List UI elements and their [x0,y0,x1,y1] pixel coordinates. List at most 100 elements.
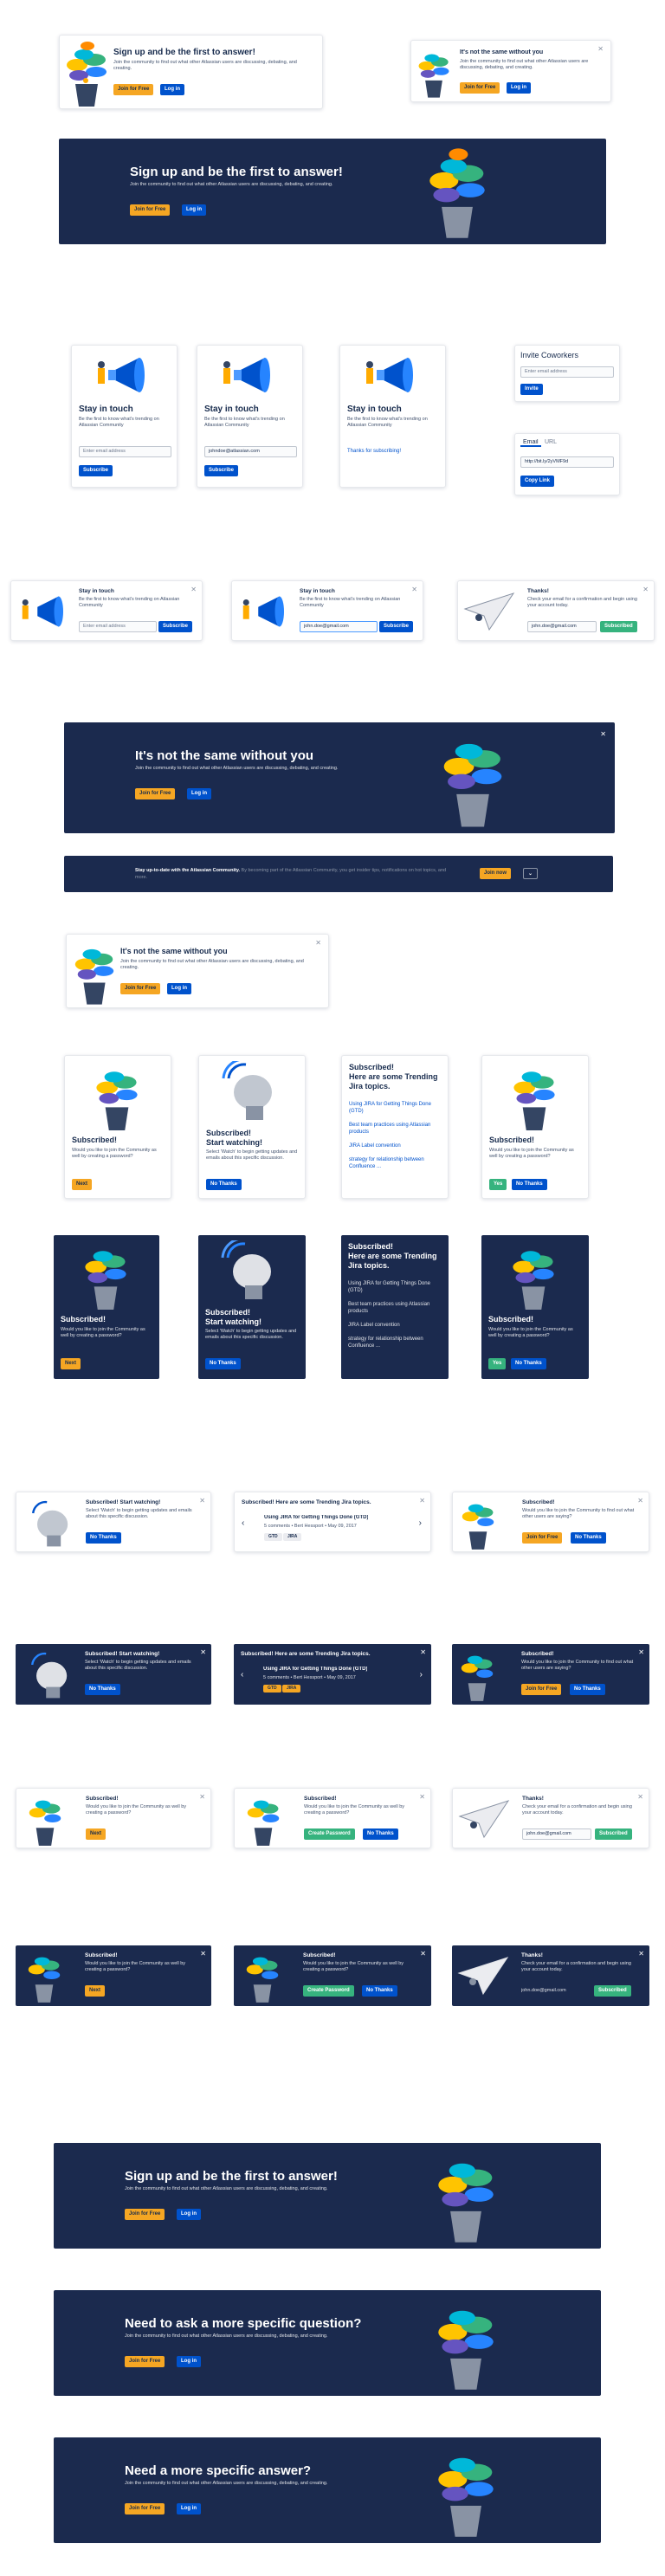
close-icon[interactable]: ✕ [200,1649,206,1656]
close-icon[interactable]: ✕ [597,46,604,53]
login-button[interactable]: Log in [507,82,531,94]
tab-url[interactable]: URL [545,439,557,445]
copy-link-button[interactable]: Copy Link [520,476,555,487]
subscribed-button[interactable]: Subscribed [595,1828,632,1840]
login-button[interactable]: Log in [177,2356,201,2367]
topic-title[interactable]: Using JIRA for Getting Things Done (GTD) [263,1667,367,1672]
close-icon[interactable]: ✕ [642,586,649,593]
join-button[interactable]: Join for Free [522,1532,563,1544]
email-input[interactable]: Enter email address [79,446,171,457]
topic-link[interactable]: JIRA Label convention [349,1142,441,1149]
no-thanks-button[interactable]: No Thanks [206,1179,242,1190]
join-button[interactable]: Join for Free [130,204,171,216]
no-thanks-button[interactable]: No Thanks [511,1358,546,1369]
email-input[interactable]: john.doe@gmail.com [300,621,378,632]
no-thanks-button[interactable]: No Thanks [512,1179,547,1190]
no-thanks-button[interactable]: No Thanks [363,1828,398,1840]
close-icon[interactable]: ✕ [200,1951,206,1958]
subscribed-button[interactable]: Subscribed [600,621,637,632]
close-icon[interactable]: ✕ [637,1794,643,1801]
tile-title-2: Start watching! [206,1138,263,1147]
join-button[interactable]: Join for Free [120,983,161,994]
prev-icon[interactable]: ‹ [241,1670,243,1680]
login-button[interactable]: Log in [160,84,184,95]
no-thanks-button[interactable]: No Thanks [205,1358,241,1369]
join-button[interactable]: Join for Free [135,788,176,799]
chevron-down-icon[interactable]: ⌄ [523,868,539,879]
banner-title: Need a more specific answer? [125,2463,312,2478]
tab-email[interactable]: Email [520,439,541,447]
close-icon[interactable]: ✕ [638,1649,644,1656]
email-input[interactable]: johndoe@atlassian.com [204,446,297,457]
topic-link[interactable]: strategy for relationship between Conflu… [349,1156,441,1170]
join-button[interactable]: Join for Free [125,2209,165,2220]
banner-body: Join the community to find out what othe… [135,766,339,771]
subscribe-button[interactable]: Subscribe [204,465,239,476]
login-button[interactable]: Log in [187,788,211,799]
subscribe-button[interactable]: Subscribe [79,465,113,476]
topic-title[interactable]: Using JIRA for Getting Things Done (GTD) [264,1515,368,1520]
yes-button[interactable]: Yes [489,1179,507,1190]
close-icon[interactable]: ✕ [199,1498,205,1505]
email-input[interactable]: Enter email address [79,621,157,632]
no-thanks-button[interactable]: No Thanks [86,1532,121,1544]
next-button[interactable]: Next [61,1358,81,1369]
topic-link[interactable]: Using JIRA for Getting Things Done (GTD) [349,1101,441,1115]
login-button[interactable]: Log in [177,2503,201,2515]
next-icon[interactable]: › [419,1518,422,1528]
join-button[interactable]: Join for Free [521,1684,562,1695]
join-button[interactable]: Join for Free [125,2356,165,2367]
trending-tile: Subscribed! Here are some Trending Jira … [341,1055,449,1199]
invite-button[interactable]: Invite [520,384,543,395]
topic-link[interactable]: Best team practices using Atlassian prod… [348,1301,440,1315]
topic-link[interactable]: strategy for relationship between Conflu… [348,1336,440,1349]
tag-gtd[interactable]: GTD [263,1685,281,1693]
close-icon[interactable]: ✕ [419,1794,425,1801]
subscribed-button[interactable]: Subscribed [594,1985,631,1997]
url-field[interactable]: http://bit.ly/2yVMF9d [520,456,614,468]
email-field[interactable]: john.doe@gmail.com [522,1828,591,1840]
join-button[interactable]: Join for Free [113,84,154,95]
subscribe-button[interactable]: Subscribe [158,621,193,632]
close-icon[interactable]: ✕ [638,1951,644,1958]
join-button[interactable]: Join for Free [460,82,500,94]
no-thanks-button[interactable]: No Thanks [362,1985,397,1997]
no-thanks-button[interactable]: No Thanks [85,1684,120,1695]
subscribe-button[interactable]: Subscribe [379,621,414,632]
login-button[interactable]: Log in [167,983,191,994]
next-button[interactable]: Next [86,1828,107,1840]
tile-title: Subscribed! [348,1242,394,1251]
next-button[interactable]: Next [85,1985,106,1997]
tag-jira[interactable]: JIRA [283,1533,302,1541]
invite-email-input[interactable]: Enter email address [520,366,614,378]
close-icon[interactable]: ✕ [600,731,606,738]
email-field[interactable]: john.doe@gmail.com [527,621,597,632]
community-illustration [418,54,449,98]
login-button[interactable]: Log in [177,2209,201,2220]
no-thanks-button[interactable]: No Thanks [570,1684,605,1695]
close-icon[interactable]: ✕ [190,586,197,593]
next-icon[interactable]: › [420,1670,423,1680]
close-icon[interactable]: ✕ [419,1498,425,1505]
create-password-button[interactable]: Create Password [303,1985,354,1997]
topic-link[interactable]: JIRA Label convention [348,1322,440,1329]
topic-link[interactable]: Best team practices using Atlassian prod… [349,1122,441,1136]
topic-meta: 5 comments • Bert Hessport • May 09, 201… [263,1675,356,1680]
next-button[interactable]: Next [72,1179,93,1190]
join-now-button[interactable]: Join now [480,868,511,879]
close-icon[interactable]: ✕ [411,586,417,593]
close-icon[interactable]: ✕ [637,1498,643,1505]
tag-gtd[interactable]: GTD [264,1533,282,1541]
close-icon[interactable]: ✕ [420,1951,426,1958]
yes-button[interactable]: Yes [488,1358,507,1369]
no-thanks-button[interactable]: No Thanks [571,1532,606,1544]
close-icon[interactable]: ✕ [420,1649,426,1656]
prev-icon[interactable]: ‹ [242,1518,244,1528]
join-button[interactable]: Join for Free [125,2503,165,2515]
close-icon[interactable]: ✕ [315,940,321,947]
create-password-button[interactable]: Create Password [304,1828,355,1840]
close-icon[interactable]: ✕ [199,1794,205,1801]
tag-jira[interactable]: JIRA [282,1685,301,1693]
login-button[interactable]: Log in [182,204,206,216]
topic-link[interactable]: Using JIRA for Getting Things Done (GTD) [348,1280,440,1294]
